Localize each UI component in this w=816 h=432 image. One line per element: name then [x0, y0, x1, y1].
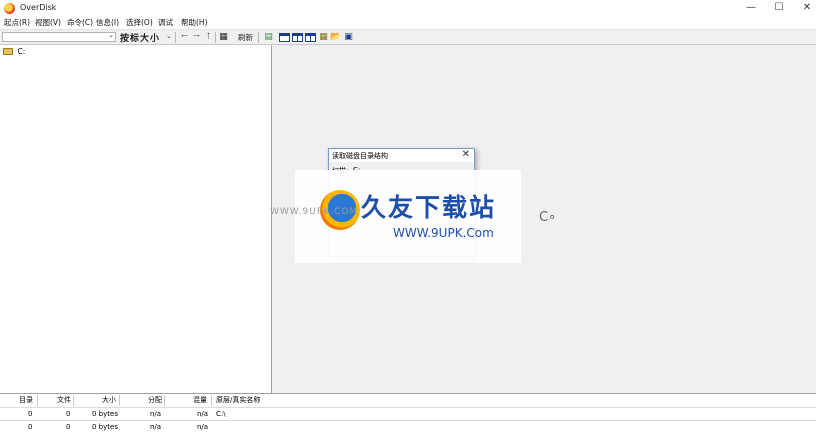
cell-size: 0 bytes [92, 410, 118, 418]
header-dirs: 目录 [19, 396, 33, 404]
menu-view[interactable]: 视图(V) [35, 17, 61, 28]
tree-item-label: C: [17, 47, 26, 56]
menu-info[interactable]: 信息(I) [96, 17, 119, 28]
menu-debug[interactable]: 调试 [158, 17, 173, 28]
cell-name: C:\ [216, 410, 226, 418]
cell-alloc: n/a [150, 423, 162, 431]
toolbar-separator [215, 32, 216, 43]
dialog-title-bar: 读取磁盘目录结构 ✕ [329, 149, 474, 162]
arrow-up-icon[interactable]: 🠁 [203, 32, 214, 43]
loading-spinner-icon: C∘ [539, 210, 557, 225]
cell-dirs: 0 [28, 410, 33, 418]
refresh-button[interactable]: 刷新 [238, 32, 253, 43]
view-split-icon[interactable] [292, 33, 303, 42]
toolbar-separator [175, 32, 176, 43]
window-title: OverDisk [20, 3, 57, 12]
cell-size: 0 bytes [92, 423, 118, 431]
watermark-brand-cn: 久友下载站 [361, 193, 497, 222]
drive-select[interactable]: ⌄ [2, 31, 116, 42]
tree-icon[interactable]: ▦ [318, 32, 329, 43]
arrow-right-icon[interactable]: 🠂 [191, 32, 202, 43]
cell-mix: n/a [197, 423, 209, 431]
cell-dirs: 0 [28, 423, 33, 431]
title-bar: OverDisk — ☐ ✕ [0, 0, 816, 16]
menu-start[interactable]: 起点(R) [4, 17, 30, 28]
header-mix: 混量 [193, 396, 207, 404]
toolbar: ⌄ 按标大小 ⌄ 🠀 🠂 🠁 ▦ 刷新 ▤ ▦ 📂 ▣ [0, 30, 816, 45]
watermark-site: WWW.9UPK.COM [270, 207, 359, 217]
maximize-button[interactable]: ☐ [764, 1, 794, 15]
table-row[interactable]: 0 0 0 bytes n/a n/a C:\ [0, 407, 816, 419]
header-alloc: 分配 [148, 396, 162, 404]
folder-tree-pane[interactable]: C: [0, 45, 272, 393]
cell-mix: n/a [197, 410, 209, 418]
chevron-down-icon: ⌄ [108, 31, 114, 39]
menu-command[interactable]: 命令(C) [67, 17, 93, 28]
dialog-close-icon[interactable]: ✕ [462, 149, 470, 160]
header-name: 原层/真实名称 [216, 396, 261, 404]
menu-help[interactable]: 帮助(H) [181, 17, 208, 28]
copy-icon[interactable]: ▤ [263, 32, 274, 43]
refresh-icon[interactable]: ▦ [218, 32, 229, 43]
table-row[interactable]: 0 0 0 bytes n/a n/a [0, 420, 816, 432]
header-files: 文件 [57, 396, 71, 404]
sort-dropdown-icon[interactable]: ⌄ [166, 32, 172, 40]
sort-mode-label[interactable]: 按标大小 [120, 31, 160, 44]
view-single-icon[interactable] [279, 33, 290, 42]
folder-icon [3, 48, 13, 55]
dialog-title: 读取磁盘目录结构 [332, 152, 388, 160]
menu-select[interactable]: 选择(O) [126, 17, 153, 28]
header-size: 大小 [102, 396, 116, 404]
toolbar-separator [258, 32, 259, 43]
tree-item-root[interactable]: C: [3, 47, 25, 57]
minimize-button[interactable]: — [736, 1, 766, 15]
info-grid: 目录 文件 大小 分配 混量 原层/真实名称 0 0 0 bytes n/a n… [0, 393, 816, 432]
close-button[interactable]: ✕ [792, 1, 816, 15]
watermark-brand-en: WWW.9UPK.Com [393, 226, 494, 240]
arrow-left-icon[interactable]: 🠀 [179, 32, 190, 43]
cell-alloc: n/a [150, 410, 162, 418]
save-icon[interactable]: ▣ [343, 32, 354, 43]
cell-files: 0 [66, 410, 71, 418]
folder-open-icon[interactable]: 📂 [330, 32, 341, 43]
app-icon [4, 3, 15, 14]
cell-files: 0 [66, 423, 71, 431]
view-columns-icon[interactable] [305, 33, 316, 42]
menu-bar: 起点(R) 视图(V) 命令(C) 信息(I) 选择(O) 调试 帮助(H) [0, 16, 816, 30]
